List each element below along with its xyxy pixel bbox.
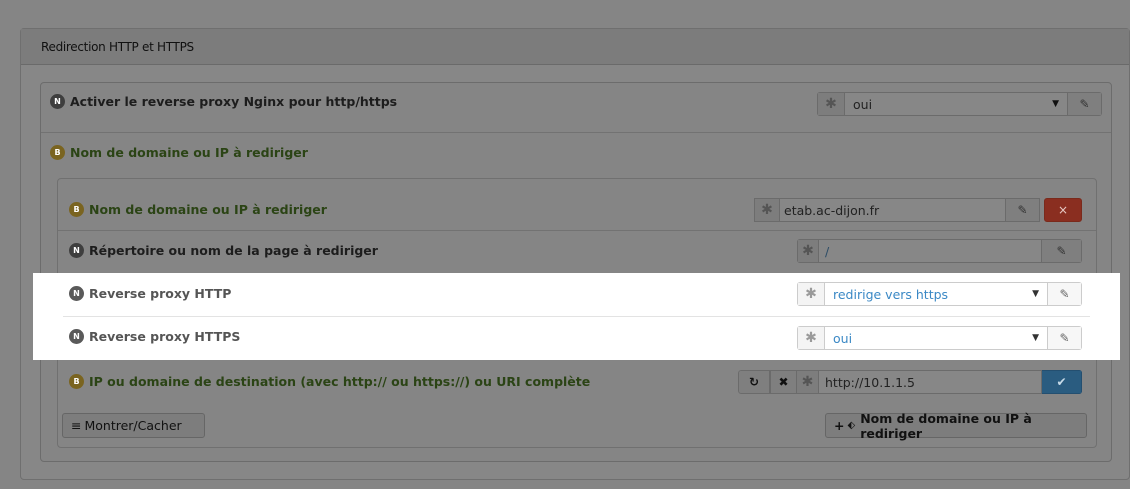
https-proxy-row: N Reverse proxy HTTPS	[69, 329, 240, 344]
asterisk-icon: ✱	[754, 198, 780, 222]
normal-badge: N	[69, 243, 84, 258]
clear-button[interactable]: ✖	[770, 370, 797, 394]
clear-icon: ✖	[778, 375, 789, 389]
add-domain-button[interactable]: + ⬖ Nom de domaine ou IP à rediriger	[825, 410, 1087, 441]
directory-label: Répertoire ou nom de la page à rediriger	[89, 243, 378, 258]
directory-input[interactable]: /	[819, 239, 1042, 263]
directory-widget: ✱ / ✎	[797, 239, 1082, 263]
check-icon: ✔	[1056, 375, 1067, 389]
caret-down-icon: ▼	[1032, 333, 1039, 343]
https-proxy-edit-button[interactable]: ✎	[1048, 326, 1082, 350]
edit-icon: ✎	[1079, 97, 1090, 111]
edit-icon: ✎	[1056, 244, 1067, 258]
destination-widget: ↻ ✖ ✱ http://10.1.1.5 ✔	[738, 370, 1082, 394]
toggle-button[interactable]: ≡ Montrer/Cacher	[62, 413, 205, 438]
https-proxy-widget: ✱ oui ▼ ✎	[797, 326, 1082, 350]
http-proxy-row: N Reverse proxy HTTP	[69, 286, 231, 301]
destination-input[interactable]: http://10.1.1.5	[819, 370, 1042, 394]
toggle-label: Montrer/Cacher	[84, 418, 182, 433]
asterisk-icon: ✱	[797, 370, 819, 394]
caret-down-icon: ▼	[1032, 289, 1039, 299]
activate-edit-button[interactable]: ✎	[1068, 92, 1102, 116]
asterisk-icon: ✱	[797, 282, 825, 306]
http-proxy-select[interactable]: redirige vers https ▼	[825, 282, 1048, 306]
activate-widget: ✱ oui ▼ ✎	[817, 92, 1102, 116]
destination-row: B IP ou domaine de destination (avec htt…	[69, 374, 590, 389]
activate-row: N Activer le reverse proxy Nginx pour ht…	[50, 94, 397, 109]
http-proxy-label: Reverse proxy HTTP	[89, 286, 232, 301]
asterisk-icon: ✱	[797, 326, 825, 350]
asterisk-icon: ✱	[797, 239, 819, 263]
normal-badge: N	[69, 286, 84, 301]
directory-value: /	[825, 243, 830, 259]
panel-title: Redirection HTTP et HTTPS	[21, 29, 1129, 65]
https-proxy-label: Reverse proxy HTTPS	[89, 329, 241, 344]
http-proxy-edit-button[interactable]: ✎	[1048, 282, 1082, 306]
validate-button[interactable]: ✔	[1042, 370, 1082, 394]
domain-input[interactable]: etab.ac-dijon.fr	[780, 198, 1006, 222]
basic-badge: B	[69, 202, 84, 217]
divider	[63, 316, 1090, 317]
basic-badge: B	[69, 374, 84, 389]
domain-label: Nom de domaine ou IP à rediriger	[89, 202, 327, 217]
close-icon: ×	[1057, 203, 1069, 217]
domain-row: B Nom de domaine ou IP à rediriger	[69, 202, 327, 217]
menu-icon: ≡	[71, 418, 82, 433]
divider	[58, 230, 1096, 231]
domain-widget: ✱ etab.ac-dijon.fr ✎ ×	[754, 198, 1082, 222]
edit-icon: ✎	[1017, 203, 1028, 217]
divider	[41, 132, 1111, 133]
plus-icon: +	[834, 418, 845, 433]
undo-button[interactable]: ↻	[738, 370, 770, 394]
http-proxy-value: redirige vers https	[833, 286, 949, 302]
activate-value: oui	[853, 96, 873, 112]
domain-remove-button[interactable]: ×	[1044, 198, 1082, 222]
activate-select[interactable]: oui ▼	[845, 92, 1068, 116]
https-proxy-select[interactable]: oui ▼	[825, 326, 1048, 350]
directory-edit-button[interactable]: ✎	[1042, 239, 1082, 263]
destination-label: IP ou domaine de destination (avec http:…	[89, 374, 591, 389]
activate-label: Activer le reverse proxy Nginx pour http…	[70, 94, 398, 109]
https-proxy-value: oui	[833, 330, 853, 346]
edit-icon: ✎	[1059, 287, 1070, 301]
highlighted-rows: N Reverse proxy HTTP ✱ redirige vers htt…	[33, 273, 1120, 360]
undo-icon: ↻	[748, 375, 760, 389]
domain-group-label: Nom de domaine ou IP à rediriger	[70, 145, 308, 160]
directory-row: N Répertoire ou nom de la page à redirig…	[69, 243, 378, 258]
destination-value: http://10.1.1.5	[825, 374, 915, 390]
domain-value: etab.ac-dijon.fr	[784, 202, 880, 218]
tag-icon: ⬖	[847, 420, 856, 431]
http-proxy-widget: ✱ redirige vers https ▼ ✎	[797, 282, 1082, 306]
add-domain-label: Nom de domaine ou IP à rediriger	[860, 410, 1032, 441]
edit-icon: ✎	[1059, 331, 1070, 345]
basic-badge: B	[50, 145, 65, 160]
normal-badge: N	[69, 329, 84, 344]
domain-edit-button[interactable]: ✎	[1006, 198, 1040, 222]
asterisk-icon: ✱	[817, 92, 845, 116]
domain-group-row: B Nom de domaine ou IP à rediriger	[50, 145, 308, 160]
caret-down-icon: ▼	[1052, 99, 1059, 109]
normal-badge: N	[50, 94, 65, 109]
